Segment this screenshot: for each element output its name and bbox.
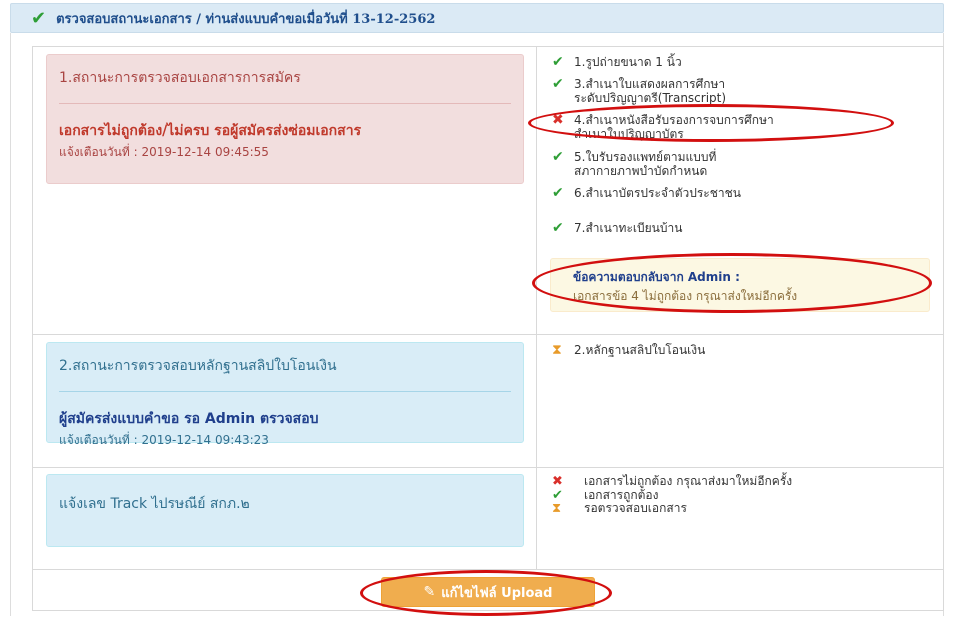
document-label: 7.สำเนาทะเบียนบ้าน — [574, 221, 683, 235]
track-panel: แจ้งเลข Track ไปรษณีย์ สกภ.๒ — [46, 474, 524, 547]
payment-status-panel: 2.สถานะการตรวจสอบหลักฐานสลิปใบโอนเงิน ผู… — [46, 342, 524, 447]
status-text: ผู้สมัครส่งแบบคำขอ รอ Admin ตรวจสอบ — [59, 411, 319, 427]
cross-icon: ✖ — [552, 474, 563, 489]
notify-date: แจ้งเตือนวันที่ : 2019-12-14 09:45:55 — [59, 145, 269, 159]
check-icon: ✔ — [552, 185, 564, 201]
admin-reply-text: เอกสารข้อ 4 ไม่ถูกต้อง กรุณาส่งใหม่อีกคร… — [573, 289, 798, 303]
check-icon: ✔ — [552, 149, 564, 165]
check-icon: ✔ — [552, 220, 564, 236]
status-header: ✔ ตรวจสอบสถานะเอกสาร / ท่านส่งแบบคำขอเมื… — [10, 3, 944, 33]
check-icon: ✔ — [552, 54, 564, 70]
edit-icon: ✎ — [423, 584, 436, 600]
check-icon: ✔ — [31, 7, 47, 29]
edit-upload-button[interactable]: ✎ แก้ไขไฟล์ Upload — [381, 577, 595, 607]
hourglass-icon: ⧗ — [552, 342, 562, 358]
payment-label: 2.หลักฐานสลิปใบโอนเงิน — [574, 343, 706, 357]
document-label: 3.สำเนาใบแสดงผลการศึกษา — [574, 77, 726, 91]
column-divider — [536, 46, 537, 569]
document-label: ระดับปริญญาตรี(Transcript) — [574, 91, 727, 105]
document-item: ✔ 7.สำเนาทะเบียนบ้าน — [552, 221, 942, 235]
row-divider — [32, 569, 944, 570]
panel-title: 2.สถานะการตรวจสอบหลักฐานสลิปใบโอนเงิน — [59, 358, 337, 374]
document-label: 5.ใบรับรองแพทย์ตามแบบที่ — [574, 150, 717, 164]
legend-item: ⧗ รอตรวจสอบเอกสาร — [552, 501, 687, 516]
notify-date: แจ้งเตือนวันที่ : 2019-12-14 09:43:23 — [59, 433, 269, 447]
document-label: 4.สำเนาหนังสือรับรองการจบการศึกษา — [574, 113, 774, 127]
document-item: ✔ 1.รูปถ่ายขนาด 1 นิ้ว — [552, 55, 942, 69]
document-label: 1.รูปถ่ายขนาด 1 นิ้ว — [574, 55, 682, 69]
upload-button-label: แก้ไขไฟล์ Upload — [441, 585, 553, 601]
document-item: ✖ 4.สำเนาหนังสือรับรองการจบการศึกษา สำเนา… — [552, 113, 942, 141]
status-text: เอกสารไม่ถูกต้อง/ไม่ครบ รอผู้สมัครส่งซ่อ… — [59, 123, 362, 139]
document-item: ✔ 3.สำเนาใบแสดงผลการศึกษา ระดับปริญญาตรี(… — [552, 77, 942, 105]
legend-item: ✖ เอกสารไม่ถูกต้อง กรุณาส่งมาใหม่อีกครั้… — [552, 474, 793, 489]
legend-label: รอตรวจสอบเอกสาร — [584, 501, 687, 515]
panel-divider — [59, 391, 511, 392]
panel-title: 1.สถานะการตรวจสอบเอกสารการสมัคร — [59, 70, 301, 86]
admin-reply-box: ข้อความตอบกลับจาก Admin : เอกสารข้อ 4 ไม… — [550, 258, 930, 312]
check-icon: ✔ — [552, 76, 564, 92]
document-label: 6.สำเนาบัตรประจำตัวประชาชน — [574, 186, 741, 200]
cross-icon: ✖ — [552, 112, 564, 128]
document-label: สำเนาใบปริญญาบัตร — [574, 127, 684, 141]
panel-divider — [59, 103, 511, 104]
document-label: สภากายภาพบำบัดกำหนด — [574, 164, 708, 178]
row-divider — [32, 334, 944, 335]
row-divider — [32, 467, 944, 468]
document-item: ✔ 5.ใบรับรองแพทย์ตามแบบที่ สภากายภาพบำบัด… — [552, 150, 942, 178]
panel-title: แจ้งเลข Track ไปรษณีย์ สกภ.๒ — [59, 496, 250, 512]
payment-item: ⧗ 2.หลักฐานสลิปใบโอนเงิน — [552, 343, 942, 357]
admin-reply-title: ข้อความตอบกลับจาก Admin : — [573, 270, 740, 284]
hourglass-icon: ⧗ — [552, 501, 562, 516]
legend-label: เอกสารไม่ถูกต้อง กรุณาส่งมาใหม่อีกครั้ง — [584, 474, 793, 488]
document-status-panel: 1.สถานะการตรวจสอบเอกสารการสมัคร เอกสารไม… — [46, 54, 524, 184]
document-item: ✔ 6.สำเนาบัตรประจำตัวประชาชน — [552, 186, 942, 200]
page-title: ตรวจสอบสถานะเอกสาร / ท่านส่งแบบคำขอเมื่อ… — [56, 11, 436, 27]
